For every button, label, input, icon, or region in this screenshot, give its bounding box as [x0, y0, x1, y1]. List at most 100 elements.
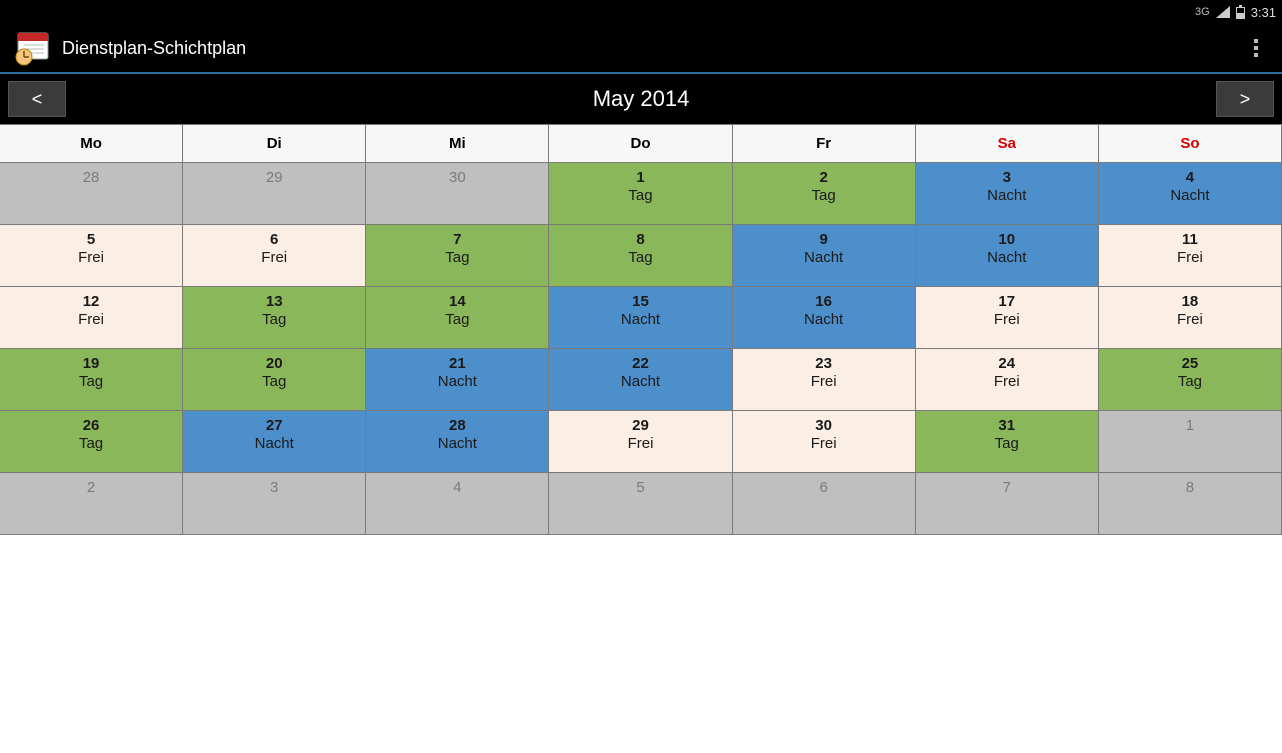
day-cell[interactable]: 17Frei: [916, 287, 1099, 349]
day-cell[interactable]: 16Nacht: [733, 287, 916, 349]
day-cell[interactable]: 7Tag: [366, 225, 549, 287]
day-cell[interactable]: 20Tag: [183, 349, 366, 411]
shift-label: Tag: [445, 249, 469, 266]
day-cell[interactable]: 8Tag: [549, 225, 732, 287]
day-cell[interactable]: 5: [549, 473, 732, 535]
shift-label: Frei: [1177, 249, 1203, 266]
day-number: 1: [636, 169, 644, 186]
shift-label: Frei: [994, 311, 1020, 328]
shift-label: Tag: [445, 311, 469, 328]
status-bar: 3G 3:31: [0, 0, 1282, 24]
day-number: 31: [998, 417, 1015, 434]
day-cell[interactable]: 21Nacht: [366, 349, 549, 411]
day-number: 8: [1186, 479, 1194, 496]
day-cell[interactable]: 25Tag: [1099, 349, 1282, 411]
day-cell[interactable]: 27Nacht: [183, 411, 366, 473]
day-cell[interactable]: 1Tag: [549, 163, 732, 225]
day-cell[interactable]: 2: [0, 473, 183, 535]
day-number: 2: [87, 479, 95, 496]
day-cell[interactable]: 14Tag: [366, 287, 549, 349]
day-number: 7: [1003, 479, 1011, 496]
shift-label: Frei: [628, 435, 654, 452]
day-number: 18: [1182, 293, 1199, 310]
calendar-grid: MoDiMiDoFrSaSo 2829301Tag2Tag3Nacht4Nach…: [0, 124, 1282, 535]
shift-label: Nacht: [621, 311, 660, 328]
clock: 3:31: [1251, 5, 1276, 20]
overflow-menu-icon[interactable]: [1244, 31, 1268, 65]
title-bar: Dienstplan-Schichtplan: [0, 24, 1282, 74]
weekday-header: Mi: [366, 125, 549, 163]
day-number: 23: [815, 355, 832, 372]
shift-label: Tag: [79, 373, 103, 390]
month-label: May 2014: [74, 86, 1208, 112]
day-cell[interactable]: 28Nacht: [366, 411, 549, 473]
shift-label: Tag: [812, 187, 836, 204]
day-number: 30: [815, 417, 832, 434]
day-cell[interactable]: 9Nacht: [733, 225, 916, 287]
day-cell[interactable]: 10Nacht: [916, 225, 1099, 287]
weekday-header: So: [1099, 125, 1282, 163]
day-cell[interactable]: 30Frei: [733, 411, 916, 473]
day-number: 16: [815, 293, 832, 310]
battery-icon: [1236, 5, 1245, 19]
shift-label: Tag: [262, 311, 286, 328]
day-cell[interactable]: 28: [0, 163, 183, 225]
prev-month-button[interactable]: <: [8, 81, 66, 117]
shift-label: Frei: [1177, 311, 1203, 328]
day-cell[interactable]: 7: [916, 473, 1099, 535]
day-number: 17: [998, 293, 1015, 310]
month-nav: < May 2014 >: [0, 74, 1282, 124]
day-number: 21: [449, 355, 466, 372]
day-cell[interactable]: 4: [366, 473, 549, 535]
day-cell[interactable]: 26Tag: [0, 411, 183, 473]
day-cell[interactable]: 1: [1099, 411, 1282, 473]
shift-label: Frei: [811, 373, 837, 390]
shift-label: Tag: [262, 373, 286, 390]
shift-label: Frei: [78, 311, 104, 328]
day-cell[interactable]: 12Frei: [0, 287, 183, 349]
empty-space: [0, 535, 1282, 753]
day-cell[interactable]: 22Nacht: [549, 349, 732, 411]
shift-label: Tag: [628, 187, 652, 204]
week-row: 5Frei6Frei7Tag8Tag9Nacht10Nacht11Frei: [0, 225, 1282, 287]
shift-label: Nacht: [1170, 187, 1209, 204]
day-cell[interactable]: 3: [183, 473, 366, 535]
day-cell[interactable]: 11Frei: [1099, 225, 1282, 287]
day-number: 6: [270, 231, 278, 248]
day-cell[interactable]: 30: [366, 163, 549, 225]
day-cell[interactable]: 6Frei: [183, 225, 366, 287]
day-number: 28: [83, 169, 100, 186]
day-number: 5: [87, 231, 95, 248]
day-cell[interactable]: 29Frei: [549, 411, 732, 473]
day-cell[interactable]: 6: [733, 473, 916, 535]
day-cell[interactable]: 4Nacht: [1099, 163, 1282, 225]
day-number: 28: [449, 417, 466, 434]
app-icon: [14, 29, 52, 67]
day-cell[interactable]: 2Tag: [733, 163, 916, 225]
week-row: 2 3456 7 8: [0, 473, 1282, 535]
day-cell[interactable]: 5Frei: [0, 225, 183, 287]
app-title: Dienstplan-Schichtplan: [62, 38, 246, 59]
day-cell[interactable]: 31Tag: [916, 411, 1099, 473]
day-number: 7: [453, 231, 461, 248]
next-month-button[interactable]: >: [1216, 81, 1274, 117]
shift-label: Tag: [628, 249, 652, 266]
day-cell[interactable]: 19Tag: [0, 349, 183, 411]
shift-label: Tag: [995, 435, 1019, 452]
day-cell[interactable]: 3Nacht: [916, 163, 1099, 225]
day-number: 19: [83, 355, 100, 372]
day-cell[interactable]: 18Frei: [1099, 287, 1282, 349]
shift-label: Nacht: [804, 249, 843, 266]
day-cell[interactable]: 24Frei: [916, 349, 1099, 411]
day-cell[interactable]: 29: [183, 163, 366, 225]
day-cell[interactable]: 13Tag: [183, 287, 366, 349]
day-cell[interactable]: 15Nacht: [549, 287, 732, 349]
day-cell[interactable]: 8: [1099, 473, 1282, 535]
day-number: 8: [636, 231, 644, 248]
week-row: 26Tag27Nacht28Nacht29Frei30Frei31Tag1: [0, 411, 1282, 473]
day-number: 29: [266, 169, 283, 186]
weekday-header-row: MoDiMiDoFrSaSo: [0, 125, 1282, 163]
shift-label: Frei: [261, 249, 287, 266]
day-number: 20: [266, 355, 283, 372]
day-cell[interactable]: 23Frei: [733, 349, 916, 411]
